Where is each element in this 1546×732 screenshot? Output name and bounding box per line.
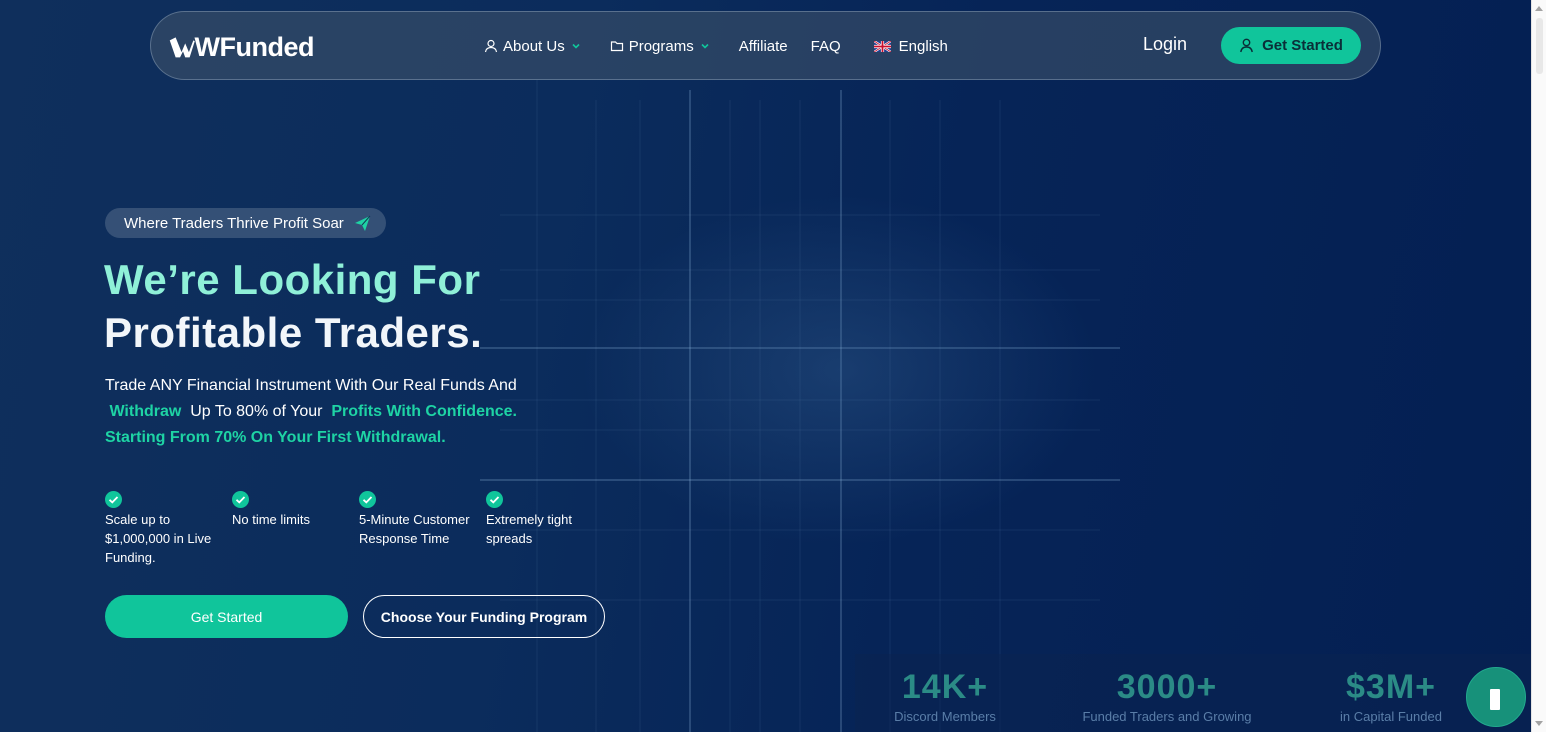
language-label: English [898,37,948,55]
nav-faq[interactable]: FAQ [811,38,841,55]
top-navbar: WFunded About Us Programs Affiliate FAQ … [150,11,1381,80]
chevron-down-icon [701,43,709,49]
stat-label: in Capital Funded [1340,709,1442,724]
feature-text: 5-Minute Customer Response Time [359,512,470,546]
hero-heading: We’re Looking For Profitable Traders. [104,253,482,359]
check-circle-icon [105,491,122,508]
chat-widget-button[interactable] [1466,667,1526,727]
main-nav: About Us Programs Affiliate FAQ English [484,35,948,57]
hero-heading-line1: We’re Looking For [104,256,481,303]
stat-capital-funded: $3M+ in Capital Funded [1325,668,1457,725]
scroll-down-arrow-icon[interactable] [1535,721,1543,726]
uk-flag-icon [873,40,891,52]
language-selector[interactable]: English [873,37,948,55]
scroll-up-arrow-icon[interactable] [1535,6,1543,11]
stat-value: 3000+ [1116,668,1218,706]
check-circle-icon [359,491,376,508]
logo-w-mark-icon [169,37,195,58]
login-link[interactable]: Login [1143,34,1187,55]
nav-get-started-button[interactable]: Get Started [1221,27,1361,64]
subtitle-part1: Trade ANY Financial Instrument With Our … [105,377,517,394]
stat-value: 14K+ [901,668,989,706]
stats-bar: 14K+ Discord Members 3000+ Funded Trader… [855,654,1531,732]
check-circle-icon [486,491,503,508]
get-started-button[interactable]: Get Started [105,595,348,638]
nav-programs[interactable]: Programs [610,38,710,55]
hero-subtitle: Trade ANY Financial Instrument With Our … [105,373,585,451]
stat-label: Funded Traders and Growing [1082,709,1252,724]
feature-text: Extremely tight spreads [486,512,572,546]
tagline-text: Where Traders Thrive Profit Soar [124,214,344,232]
tagline-pill: Where Traders Thrive Profit Soar [105,208,386,238]
nav-affiliate-label: Affiliate [738,37,788,55]
feature-item: Scale up to $1,000,000 in Live Funding. [105,491,232,567]
stat-discord-members: 14K+ Discord Members [880,668,1010,725]
folder-icon [610,41,623,52]
hero-page: WFunded About Us Programs Affiliate FAQ … [0,0,1531,732]
nav-affiliate[interactable]: Affiliate [739,38,788,55]
stat-funded-traders: 3000+ Funded Traders and Growing [1067,668,1267,725]
stat-value: $3M+ [1346,668,1436,706]
feature-item: Extremely tight spreads [486,491,586,567]
nav-about-us[interactable]: About Us [484,38,581,55]
nav-about-us-label: About Us [503,37,565,55]
chat-icon [1490,689,1500,710]
check-circle-icon [232,491,249,508]
subtitle-line3: Starting From 70% On Your First Withdraw… [105,429,446,446]
nav-get-started-label: Get Started [1262,37,1343,54]
user-icon [484,39,498,53]
feature-item: 5-Minute Customer Response Time [359,491,486,567]
nav-faq-label: FAQ [810,37,841,55]
stat-label: Discord Members [894,709,996,724]
paper-plane-icon [354,215,371,231]
choose-funding-program-button[interactable]: Choose Your Funding Program [363,595,605,638]
scrollbar-thumb[interactable] [1536,18,1543,74]
center-glow [560,180,1120,560]
feature-text: No time limits [232,512,311,527]
feature-item: No time limits [232,491,359,567]
user-icon [1240,38,1253,53]
brand-name: WFunded [194,31,315,62]
brand-logo[interactable]: WFunded [169,26,315,68]
feature-text: Scale up to $1,000,000 in Live Funding. [105,512,212,565]
feature-list: Scale up to $1,000,000 in Live Funding. … [105,491,586,567]
hero-heading-line2: Profitable Traders. [104,309,483,356]
subtitle-highlight-profits: Profits With Confidence. [331,403,517,420]
chevron-down-icon [572,43,580,49]
nav-programs-label: Programs [628,37,694,55]
page-scrollbar[interactable] [1531,0,1546,732]
subtitle-part2: Up To 80% of Your [190,403,323,420]
subtitle-highlight-withdraw: Withdraw [109,403,182,420]
